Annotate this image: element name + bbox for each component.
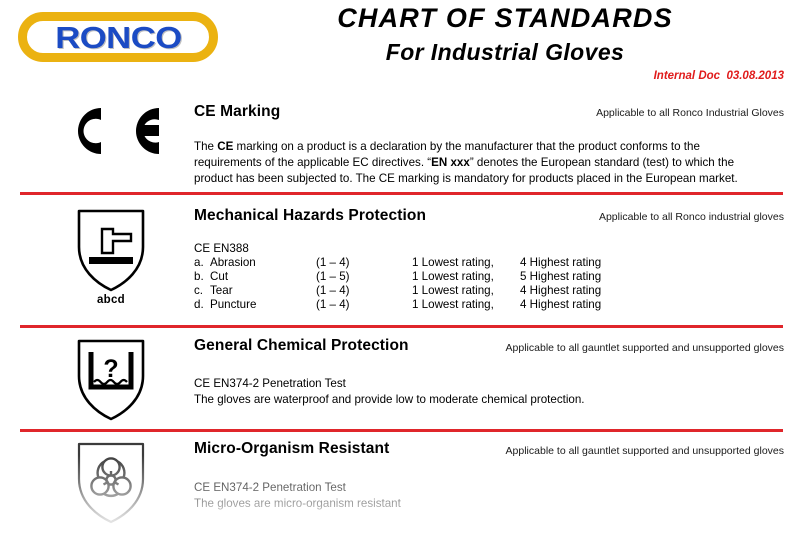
standards-chart-page: RONCO CHART OF STANDARDS For Industrial … xyxy=(0,0,800,551)
section-title-micro-organism: Micro-Organism Resistant xyxy=(194,440,390,457)
rating-range: (1 – 4) xyxy=(316,298,350,311)
applicability-general-chemical: Applicable to all gauntlet supported and… xyxy=(505,342,784,354)
section-title-mechanical-hazards: Mechanical Hazards Protection xyxy=(194,207,427,224)
rating-lowest: 1 Lowest rating, xyxy=(412,270,494,283)
rating-lowest: 1 Lowest rating, xyxy=(412,298,494,311)
description-micro-organism: The gloves are micro-organism resistant xyxy=(194,497,401,511)
standard-code-en374-micro: CE EN374-2 Penetration Test xyxy=(194,481,346,494)
table-row: b. Cut (1 – 5) 1 Lowest rating, 5 Highes… xyxy=(194,270,601,284)
divider-rule-3 xyxy=(20,429,783,432)
shield-beaker-question-icon-wrap: ? xyxy=(56,337,166,421)
general-chemical-body: General Chemical Protection Applicable t… xyxy=(194,337,794,408)
rating-highest: 4 Highest rating xyxy=(520,256,602,269)
rating-index: d. xyxy=(194,298,204,311)
ce-marking-head: CE Marking Applicable to all Ronco Indus… xyxy=(194,103,794,125)
rating-name: Puncture xyxy=(210,298,257,311)
rating-range: (1 – 4) xyxy=(316,256,350,269)
divider-rule-1 xyxy=(20,192,783,195)
table-row: c. Tear (1 – 4) 1 Lowest rating, 4 Highe… xyxy=(194,284,601,298)
page-subtitle: For Industrial Gloves xyxy=(385,38,625,65)
applicability-ce-marking: Applicable to all Ronco Industrial Glove… xyxy=(596,107,784,119)
shield-hammer-icon xyxy=(77,209,145,292)
page-title: CHART OF STANDARDS xyxy=(337,3,673,33)
applicability-mechanical-hazards: Applicable to all Ronco industrial glove… xyxy=(598,211,784,223)
general-chemical-head: General Chemical Protection Applicable t… xyxy=(194,337,794,359)
micro-organism-body: Micro-Organism Resistant Applicable to a… xyxy=(194,440,794,512)
ce-marking-paragraph: The CE marking on a product is a declara… xyxy=(194,139,770,188)
applicability-micro-organism: Applicable to all gauntlet supported and… xyxy=(505,445,784,457)
micro-organism-head: Micro-Organism Resistant Applicable to a… xyxy=(194,440,794,462)
section-micro-organism: Micro-Organism Resistant Applicable to a… xyxy=(0,440,800,540)
ce-para-bold2: EN xxx xyxy=(431,156,470,170)
shield-beaker-question-icon: ? xyxy=(77,339,145,421)
rating-lowest: 1 Lowest rating, xyxy=(412,256,494,269)
mechanical-hazards-head: Mechanical Hazards Protection Applicable… xyxy=(194,207,794,229)
section-title-ce-marking: CE Marking xyxy=(194,103,281,120)
ce-mark-icon xyxy=(78,108,159,154)
shield-hammer-icon-label: abcd xyxy=(96,294,126,306)
svg-text:?: ? xyxy=(103,355,118,383)
rating-highest: 4 Highest rating xyxy=(520,284,602,297)
shield-biohazard-icon xyxy=(77,442,145,524)
rating-name: Abrasion xyxy=(210,256,256,269)
ce-para-part1: The xyxy=(194,140,218,153)
section-title-general-chemical: General Chemical Protection xyxy=(194,337,409,354)
section-ce-marking: CE Marking Applicable to all Ronco Indus… xyxy=(0,103,800,185)
rating-highest: 4 Highest rating xyxy=(520,298,602,311)
ce-mark-icon-wrap xyxy=(56,105,166,157)
ce-para-bold1: CE xyxy=(217,140,234,153)
rating-index: c. xyxy=(194,284,204,297)
ce-marking-body: CE Marking Applicable to all Ronco Indus… xyxy=(194,103,794,188)
standard-code-en388: CE EN388 xyxy=(194,242,249,255)
standard-code-en374-chemical: CE EN374-2 Penetration Test xyxy=(194,377,346,390)
rating-range: (1 – 4) xyxy=(316,284,350,297)
rating-index: a. xyxy=(194,256,204,269)
section-general-chemical: ? General Chemical Protection Applicable… xyxy=(0,337,800,425)
rating-name: Cut xyxy=(210,270,229,283)
rating-highest: 5 Highest rating xyxy=(520,270,602,283)
mechanical-ratings-table: a. Abrasion (1 – 4) 1 Lowest rating, 4 H… xyxy=(194,256,601,312)
shield-biohazard-icon-wrap xyxy=(56,440,166,524)
ronco-logo-text: RONCO xyxy=(54,19,182,55)
section-mechanical-hazards: abcd Mechanical Hazards Protection Appli… xyxy=(0,207,800,319)
rating-name: Tear xyxy=(210,284,233,297)
document-header: RONCO CHART OF STANDARDS For Industrial … xyxy=(0,0,800,92)
description-general-chemical: The gloves are waterproof and provide lo… xyxy=(194,393,585,407)
title-block: CHART OF STANDARDS For Industrial Gloves xyxy=(230,2,780,68)
ronco-logo: RONCO xyxy=(18,12,218,62)
rating-range: (1 – 5) xyxy=(316,270,350,283)
rating-index: b. xyxy=(194,270,204,283)
internal-doc-stamp: Internal Doc 03.08.2013 xyxy=(653,70,784,82)
table-row: d. Puncture (1 – 4) 1 Lowest rating, 4 H… xyxy=(194,298,601,312)
divider-rule-2 xyxy=(20,325,783,328)
mechanical-hazards-body: Mechanical Hazards Protection Applicable… xyxy=(194,207,794,312)
rating-lowest: 1 Lowest rating, xyxy=(412,284,494,297)
shield-hammer-icon-wrap: abcd xyxy=(56,207,166,306)
table-row: a. Abrasion (1 – 4) 1 Lowest rating, 4 H… xyxy=(194,256,601,270)
